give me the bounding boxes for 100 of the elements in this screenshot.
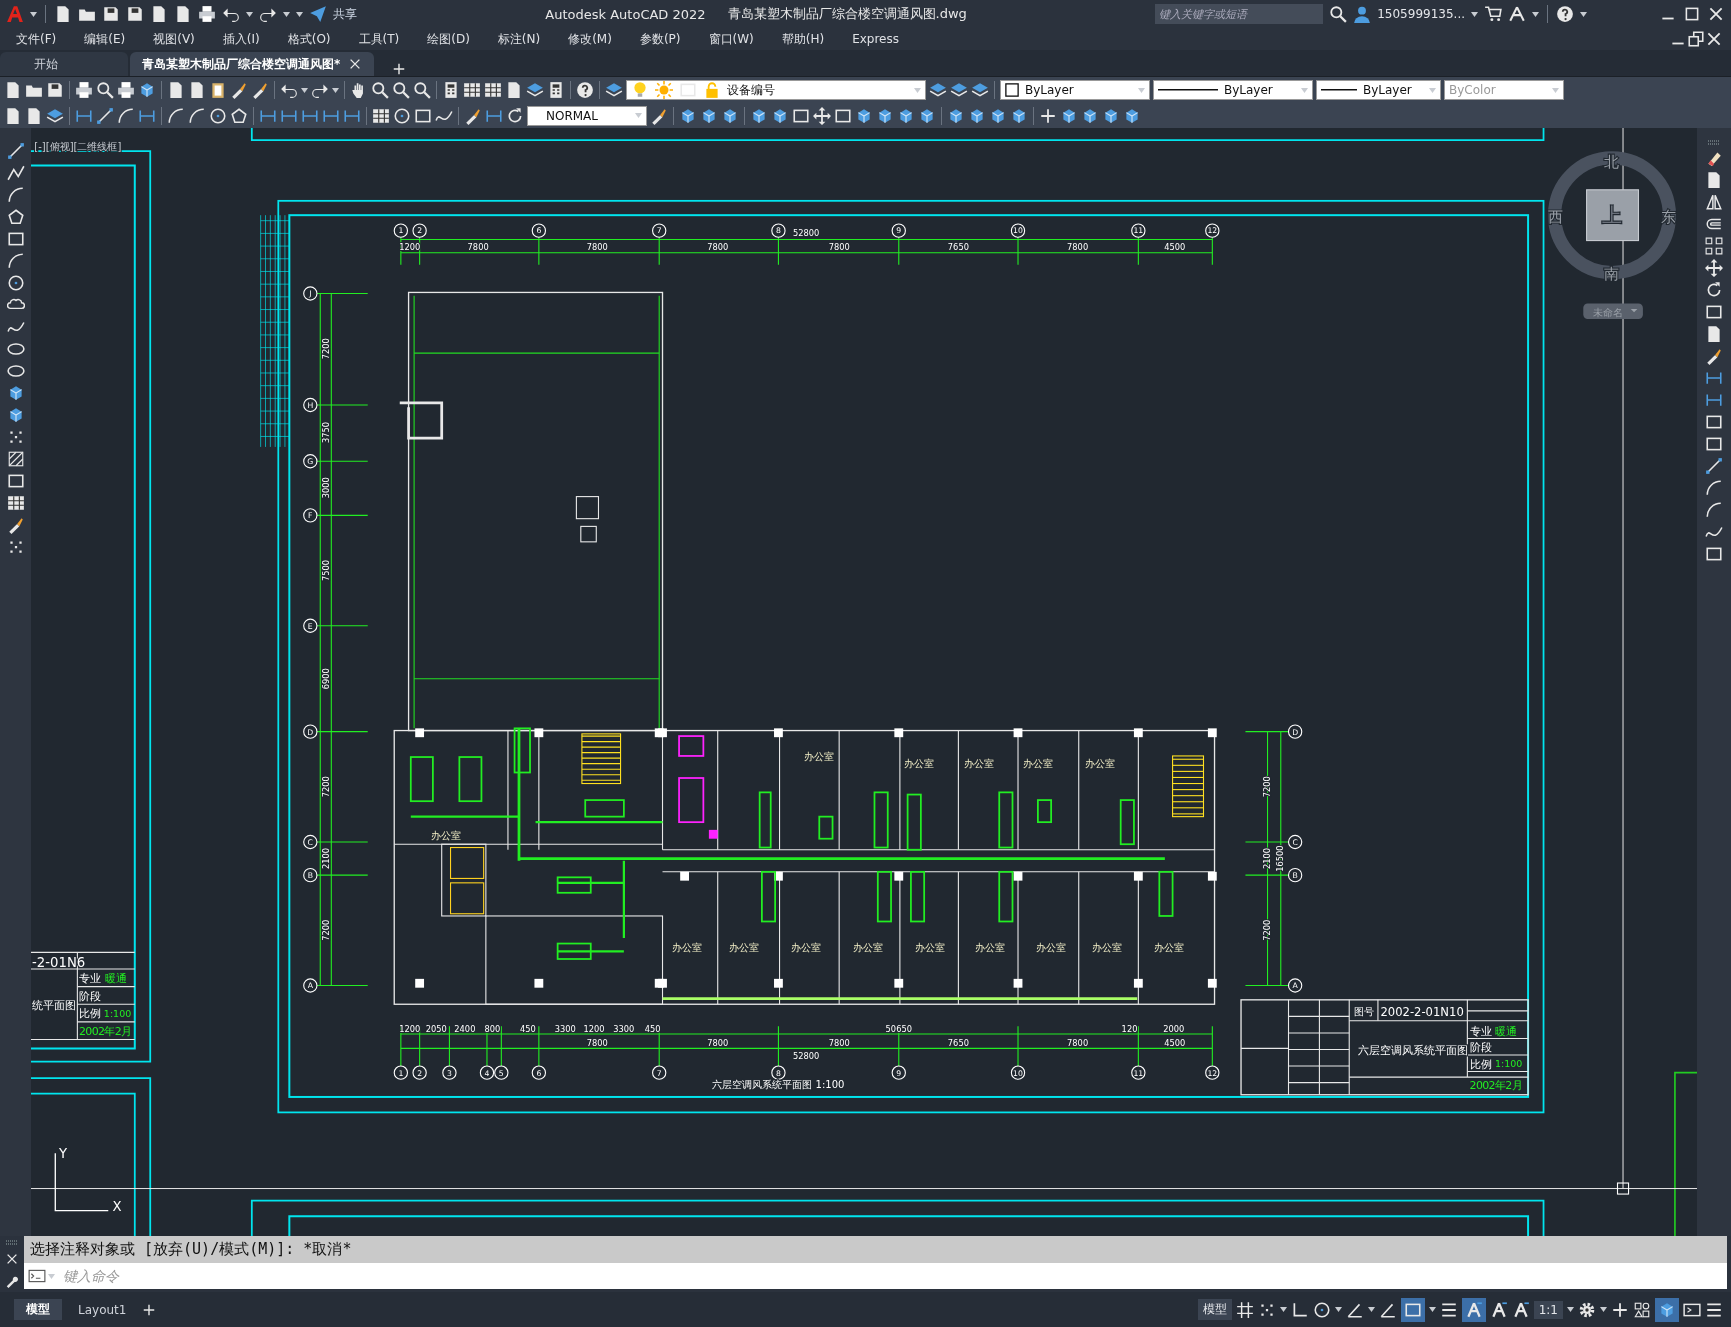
model-space-button[interactable]: 模型 [1197, 1299, 1232, 1320]
document-tab[interactable]: 开始 [0, 52, 128, 76]
color-dropdown[interactable]: ByLayer [1000, 80, 1150, 100]
document-icon[interactable] [1705, 325, 1723, 343]
arc-icon[interactable] [117, 106, 135, 125]
menu-icon[interactable] [1705, 1300, 1723, 1319]
cart-icon[interactable] [1484, 5, 1502, 23]
clipboard-icon[interactable] [209, 81, 227, 99]
user-icon[interactable] [1353, 5, 1372, 23]
move-icon[interactable] [813, 106, 831, 125]
ellipse-icon[interactable] [6, 362, 25, 380]
dimension-icon[interactable] [1705, 391, 1723, 409]
layers-icon[interactable] [526, 81, 544, 99]
document-icon[interactable] [4, 106, 22, 125]
close-icon[interactable] [1707, 5, 1725, 23]
rectangle-icon[interactable] [6, 472, 25, 490]
move-icon[interactable] [1705, 259, 1723, 277]
menu-item[interactable]: 格式(O) [273, 30, 345, 48]
layers-icon[interactable] [605, 81, 623, 99]
circle-icon[interactable] [6, 274, 25, 292]
caret-icon[interactable] [1367, 1307, 1375, 1312]
polyline-icon[interactable] [6, 164, 25, 182]
caret-icon[interactable] [301, 87, 308, 93]
caret-icon[interactable] [1532, 11, 1539, 17]
menu-item[interactable]: 参数(P) [625, 30, 695, 48]
caret-icon[interactable] [1334, 1307, 1342, 1312]
compass-ring[interactable] [1547, 151, 1677, 280]
command-prompt-button[interactable] [24, 1263, 59, 1289]
document-icon[interactable] [54, 5, 72, 23]
view-cube[interactable] [1586, 189, 1640, 242]
arc-icon[interactable] [1705, 479, 1723, 497]
line-icon[interactable] [6, 142, 25, 160]
caret-icon[interactable] [1600, 1307, 1607, 1312]
prompt-icon[interactable] [28, 1267, 46, 1285]
logo-icon[interactable] [6, 5, 24, 23]
caret-icon[interactable] [1580, 11, 1587, 17]
grid-icon[interactable] [1235, 1300, 1254, 1319]
printer-icon[interactable] [75, 81, 93, 99]
menu-item[interactable]: 编辑(E) [70, 30, 140, 48]
polygon-icon[interactable] [230, 106, 248, 125]
hatch-icon[interactable] [6, 450, 25, 468]
user-name[interactable]: 1505999135... [1377, 7, 1465, 21]
rectangle-icon[interactable] [1705, 303, 1723, 321]
document-icon[interactable] [174, 5, 192, 23]
document-icon[interactable] [4, 81, 22, 99]
plus-icon[interactable] [142, 1302, 157, 1317]
brush-icon[interactable] [1705, 347, 1723, 365]
line-icon[interactable] [96, 106, 114, 125]
redo-icon[interactable] [311, 81, 329, 99]
document-icon[interactable] [25, 106, 43, 125]
mirror-icon[interactable] [1705, 193, 1723, 211]
plus-icon[interactable] [1039, 106, 1057, 125]
rotate-icon[interactable] [1705, 281, 1723, 299]
caret-icon[interactable] [1567, 1307, 1574, 1312]
eraser-icon[interactable] [1705, 149, 1723, 167]
menu-item[interactable]: 插入(I) [208, 30, 274, 48]
menu-icon[interactable] [1439, 1300, 1458, 1319]
shapes-icon[interactable] [1633, 1300, 1651, 1319]
layers-icon[interactable] [950, 81, 968, 99]
linetype-dropdown[interactable]: ByLayer [1153, 80, 1313, 100]
share-link[interactable]: 共享 [333, 5, 357, 23]
document-icon[interactable] [167, 81, 185, 99]
caret-icon[interactable] [1471, 11, 1478, 17]
array-icon[interactable] [1705, 237, 1723, 255]
arc-icon[interactable] [6, 186, 25, 204]
calculator-icon[interactable] [442, 81, 460, 99]
settings-icon[interactable] [1578, 1300, 1596, 1319]
ellipse-icon[interactable] [6, 340, 25, 358]
table-icon[interactable] [463, 81, 481, 99]
menu-item[interactable]: Express [838, 32, 913, 46]
search-icon[interactable] [96, 81, 114, 99]
rectangle-icon[interactable] [1705, 413, 1723, 431]
close-icon[interactable] [1705, 30, 1723, 48]
search-icon[interactable] [413, 81, 431, 99]
document-icon[interactable] [188, 81, 206, 99]
save-icon[interactable] [46, 81, 64, 99]
layers-icon[interactable] [929, 81, 947, 99]
document-icon[interactable] [505, 81, 523, 99]
annotation-scale-button[interactable]: 1:1 [1533, 1300, 1563, 1319]
menu-item[interactable]: 文件(F) [8, 30, 71, 48]
rectangle-icon[interactable] [1705, 545, 1723, 563]
calculator-icon[interactable] [547, 81, 565, 99]
rectangle-icon[interactable] [6, 230, 25, 248]
polygon-icon[interactable] [6, 208, 25, 226]
paper-plane-icon[interactable] [309, 5, 327, 23]
circle-icon[interactable] [209, 106, 227, 125]
document-tab[interactable]: 青岛某塑木制品厂综合楼空调通风图* [130, 52, 375, 76]
search-icon[interactable] [371, 81, 389, 99]
document-icon[interactable] [150, 5, 168, 23]
layout-tab[interactable]: 模型 [14, 1299, 62, 1320]
plus-icon[interactable] [392, 62, 407, 76]
help-icon[interactable] [1556, 5, 1574, 23]
menu-item[interactable]: 视图(V) [139, 30, 209, 48]
brush-icon[interactable] [650, 106, 668, 125]
circle-icon[interactable] [393, 106, 411, 125]
brush-icon[interactable] [230, 81, 248, 99]
grip-icon[interactable] [5, 1239, 19, 1245]
menu-item[interactable]: 窗口(W) [694, 30, 768, 48]
arc-icon[interactable] [188, 106, 206, 125]
menu-item[interactable]: 工具(T) [344, 30, 414, 48]
